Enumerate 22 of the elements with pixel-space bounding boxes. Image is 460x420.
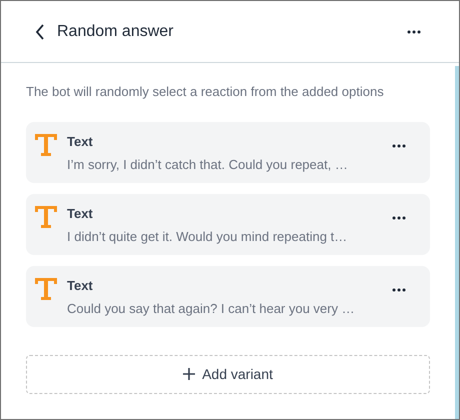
letter-t-icon bbox=[35, 206, 57, 228]
back-icon bbox=[35, 24, 45, 40]
variant-label: Text bbox=[67, 276, 94, 294]
more-icon bbox=[407, 30, 421, 34]
variant-preview: I’m sorry, I didn’t catch that. Could you repeat, … bbox=[67, 156, 349, 174]
letter-t-icon bbox=[35, 134, 57, 156]
variant-card[interactable]: Text I didn’t quite get it. Would you mind repeating t… bbox=[26, 194, 430, 254]
back-button[interactable] bbox=[35, 24, 45, 40]
more-icon bbox=[392, 288, 406, 292]
more-icon bbox=[392, 216, 406, 220]
variant-label: Text bbox=[67, 132, 94, 150]
variant-label: Text bbox=[67, 204, 94, 222]
letter-t-icon bbox=[35, 278, 57, 300]
more-icon bbox=[392, 144, 406, 148]
add-variant-button[interactable]: Add variant bbox=[26, 354, 430, 394]
page-title: Random answer bbox=[57, 22, 174, 42]
variant-card[interactable]: Text Could you say that again? I can’t hear you very … bbox=[26, 266, 430, 326]
description-text: The bot will randomly select a reaction from the added options bbox=[26, 83, 385, 101]
variant-card[interactable]: Text I’m sorry, I didn’t catch that. Could you repeat, … bbox=[26, 122, 430, 182]
variant-preview: Could you say that again? I can’t hear you very … bbox=[67, 300, 356, 318]
variant-preview: I didn’t quite get it. Would you mind repeating t… bbox=[67, 228, 348, 246]
plus-icon bbox=[183, 368, 196, 380]
